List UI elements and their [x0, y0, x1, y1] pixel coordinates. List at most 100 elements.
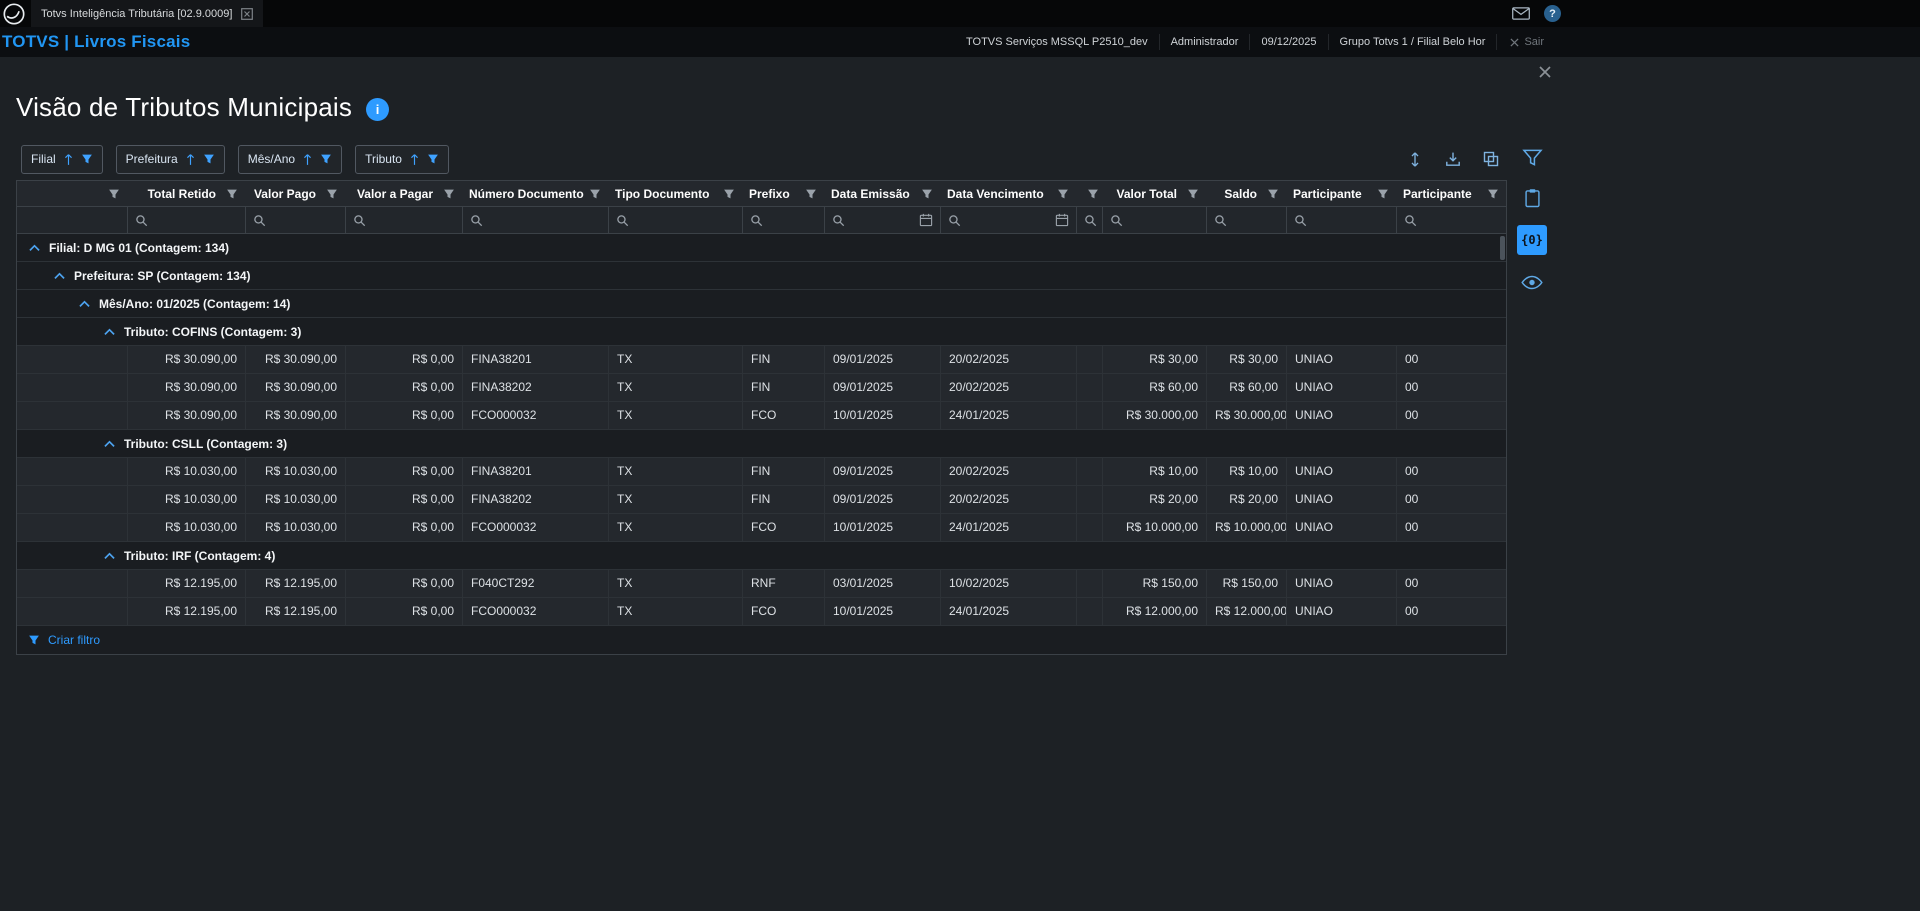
group-row-level-3[interactable]: Mês/Ano: 01/2025 (Contagem: 14) — [17, 290, 1506, 318]
help-icon[interactable]: ? — [1544, 5, 1561, 22]
filter-cell-total-retido[interactable] — [127, 207, 245, 233]
group-row-level-4[interactable]: Tributo: COFINS (Contagem: 3) — [17, 318, 1506, 346]
clipboard-panel-icon[interactable] — [1518, 184, 1546, 212]
vertical-scrollbar-thumb[interactable] — [1500, 236, 1505, 260]
filter-cell-saldo[interactable] — [1206, 207, 1286, 233]
filter-cell-valor-a-pagar[interactable] — [345, 207, 462, 233]
cell-saldo: R$ 30,00 — [1206, 346, 1286, 373]
collapse-chevron-icon[interactable] — [79, 300, 90, 308]
group-row-level-4[interactable]: Tributo: CSLL (Contagem: 3) — [17, 430, 1506, 458]
header-filter-icon[interactable] — [1483, 188, 1499, 200]
cell-tipo-documento: TX — [608, 514, 742, 541]
filter-cell-numero-documento[interactable] — [462, 207, 608, 233]
header-filter-icon[interactable] — [222, 188, 238, 200]
column-header-c9[interactable] — [1076, 181, 1102, 206]
group-row-level-4[interactable]: Tributo: IRF (Contagem: 4) — [17, 542, 1506, 570]
chip-filter-icon[interactable] — [320, 153, 332, 165]
calendar-icon[interactable] — [919, 213, 933, 227]
header-filter-icon[interactable] — [1083, 188, 1099, 200]
data-row[interactable]: R$ 30.090,00R$ 30.090,00R$ 0,00FCO000032… — [17, 402, 1506, 430]
company-label[interactable]: Grupo Totvs 1 / Filial Belo Hor — [1328, 34, 1497, 50]
group-chips: Filial Prefeitura Mês/Ano Tributo — [21, 145, 449, 174]
variables-panel-button[interactable]: {0} — [1517, 225, 1547, 255]
header-filter-icon[interactable] — [1183, 188, 1199, 200]
calendar-icon[interactable] — [1055, 213, 1069, 227]
column-header-c0[interactable] — [17, 181, 127, 206]
filter-cell-participante[interactable] — [1396, 207, 1506, 233]
collapse-chevron-icon[interactable] — [104, 440, 115, 448]
group-row-level-2[interactable]: Prefeitura: SP (Contagem: 134) — [17, 262, 1506, 290]
collapse-chevron-icon[interactable] — [104, 328, 115, 336]
data-row[interactable]: R$ 10.030,00R$ 10.030,00R$ 0,00FINA38201… — [17, 458, 1506, 486]
header-filter-icon[interactable] — [1053, 188, 1069, 200]
column-header-valor-a-pagar[interactable]: Valor a Pagar — [345, 181, 462, 206]
column-header-numero-documento[interactable]: Número Documento — [462, 181, 608, 206]
filter-cell-valor-total[interactable] — [1102, 207, 1206, 233]
brand-title[interactable]: TOTVS | Livros Fiscais — [2, 32, 190, 52]
collapse-chevron-icon[interactable] — [54, 272, 65, 280]
chip-filter-icon[interactable] — [427, 153, 439, 165]
filter-cell-prefixo[interactable] — [742, 207, 824, 233]
filter-cell-valor-pago[interactable] — [245, 207, 345, 233]
group-chip-prefeitura[interactable]: Prefeitura — [116, 145, 225, 174]
mail-icon[interactable] — [1512, 7, 1530, 20]
data-row[interactable]: R$ 10.030,00R$ 10.030,00R$ 0,00FINA38202… — [17, 486, 1506, 514]
close-view-icon[interactable] — [1537, 64, 1553, 80]
expand-collapse-icon[interactable] — [1403, 147, 1427, 171]
column-header-valor-pago[interactable]: Valor Pago — [245, 181, 345, 206]
header-filter-icon[interactable] — [439, 188, 455, 200]
collapse-chevron-icon[interactable] — [104, 552, 115, 560]
column-header-total-retido[interactable]: Total Retido — [127, 181, 245, 206]
chip-filter-icon[interactable] — [81, 153, 93, 165]
column-header-data-vencimento[interactable]: Data Vencimento — [940, 181, 1076, 206]
data-row[interactable]: R$ 12.195,00R$ 12.195,00R$ 0,00FCO000032… — [17, 598, 1506, 626]
column-header-tipo-documento[interactable]: Tipo Documento — [608, 181, 742, 206]
column-header-prefixo[interactable]: Prefixo — [742, 181, 824, 206]
column-chooser-icon[interactable] — [1479, 147, 1503, 171]
window-titlebar: Totvs Inteligência Tributária [02.9.0009… — [0, 0, 1920, 27]
filter-panel-icon[interactable] — [1518, 143, 1546, 171]
cell-valor-pago: R$ 10.030,00 — [245, 486, 345, 513]
header-filter-icon[interactable] — [917, 188, 933, 200]
filter-cell-data-emissao[interactable] — [824, 207, 940, 233]
tab-close-icon[interactable] — [241, 8, 253, 20]
filter-cell-participante[interactable] — [1286, 207, 1396, 233]
header-filter-icon[interactable] — [1373, 188, 1389, 200]
group-row-level-1[interactable]: Filial: D MG 01 (Contagem: 134) — [17, 234, 1506, 262]
filter-cell-c9[interactable] — [1076, 207, 1102, 233]
column-header-saldo[interactable]: Saldo — [1206, 181, 1286, 206]
collapse-chevron-icon[interactable] — [29, 244, 40, 252]
logout-button[interactable]: Sair — [1496, 34, 1548, 50]
app-tab[interactable]: Totvs Inteligência Tributária [02.9.0009… — [31, 0, 263, 27]
sort-arrow-icon[interactable] — [64, 153, 73, 166]
data-row[interactable]: R$ 12.195,00R$ 12.195,00R$ 0,00F040CT292… — [17, 570, 1506, 598]
header-filter-icon[interactable] — [585, 188, 601, 200]
filter-cell-data-vencimento[interactable] — [940, 207, 1076, 233]
data-row[interactable]: R$ 10.030,00R$ 10.030,00R$ 0,00FCO000032… — [17, 514, 1506, 542]
column-header-data-emissao[interactable]: Data Emissão — [824, 181, 940, 206]
data-row[interactable]: R$ 30.090,00R$ 30.090,00R$ 0,00FINA38201… — [17, 346, 1506, 374]
filter-cell-tipo-documento[interactable] — [608, 207, 742, 233]
data-row[interactable]: R$ 30.090,00R$ 30.090,00R$ 0,00FINA38202… — [17, 374, 1506, 402]
cell-data-emissao: 10/01/2025 — [824, 598, 940, 625]
group-chip-tributo[interactable]: Tributo — [355, 145, 449, 174]
info-icon[interactable]: i — [366, 98, 389, 121]
column-header-participante[interactable]: Participante — [1396, 181, 1506, 206]
group-chip-filial[interactable]: Filial — [21, 145, 103, 174]
sort-arrow-icon[interactable] — [410, 153, 419, 166]
search-icon — [1294, 214, 1307, 227]
header-filter-icon[interactable] — [104, 188, 120, 200]
header-filter-icon[interactable] — [322, 188, 338, 200]
column-header-valor-total[interactable]: Valor Total — [1102, 181, 1206, 206]
sort-arrow-icon[interactable] — [186, 153, 195, 166]
sort-arrow-icon[interactable] — [303, 153, 312, 166]
create-filter-button[interactable]: Criar filtro — [17, 626, 1506, 654]
header-filter-icon[interactable] — [719, 188, 735, 200]
header-filter-icon[interactable] — [1263, 188, 1279, 200]
export-icon[interactable] — [1441, 147, 1465, 171]
group-chip-mes-ano[interactable]: Mês/Ano — [238, 145, 342, 174]
column-header-participante[interactable]: Participante — [1286, 181, 1396, 206]
preview-panel-icon[interactable] — [1518, 268, 1546, 296]
header-filter-icon[interactable] — [801, 188, 817, 200]
chip-filter-icon[interactable] — [203, 153, 215, 165]
